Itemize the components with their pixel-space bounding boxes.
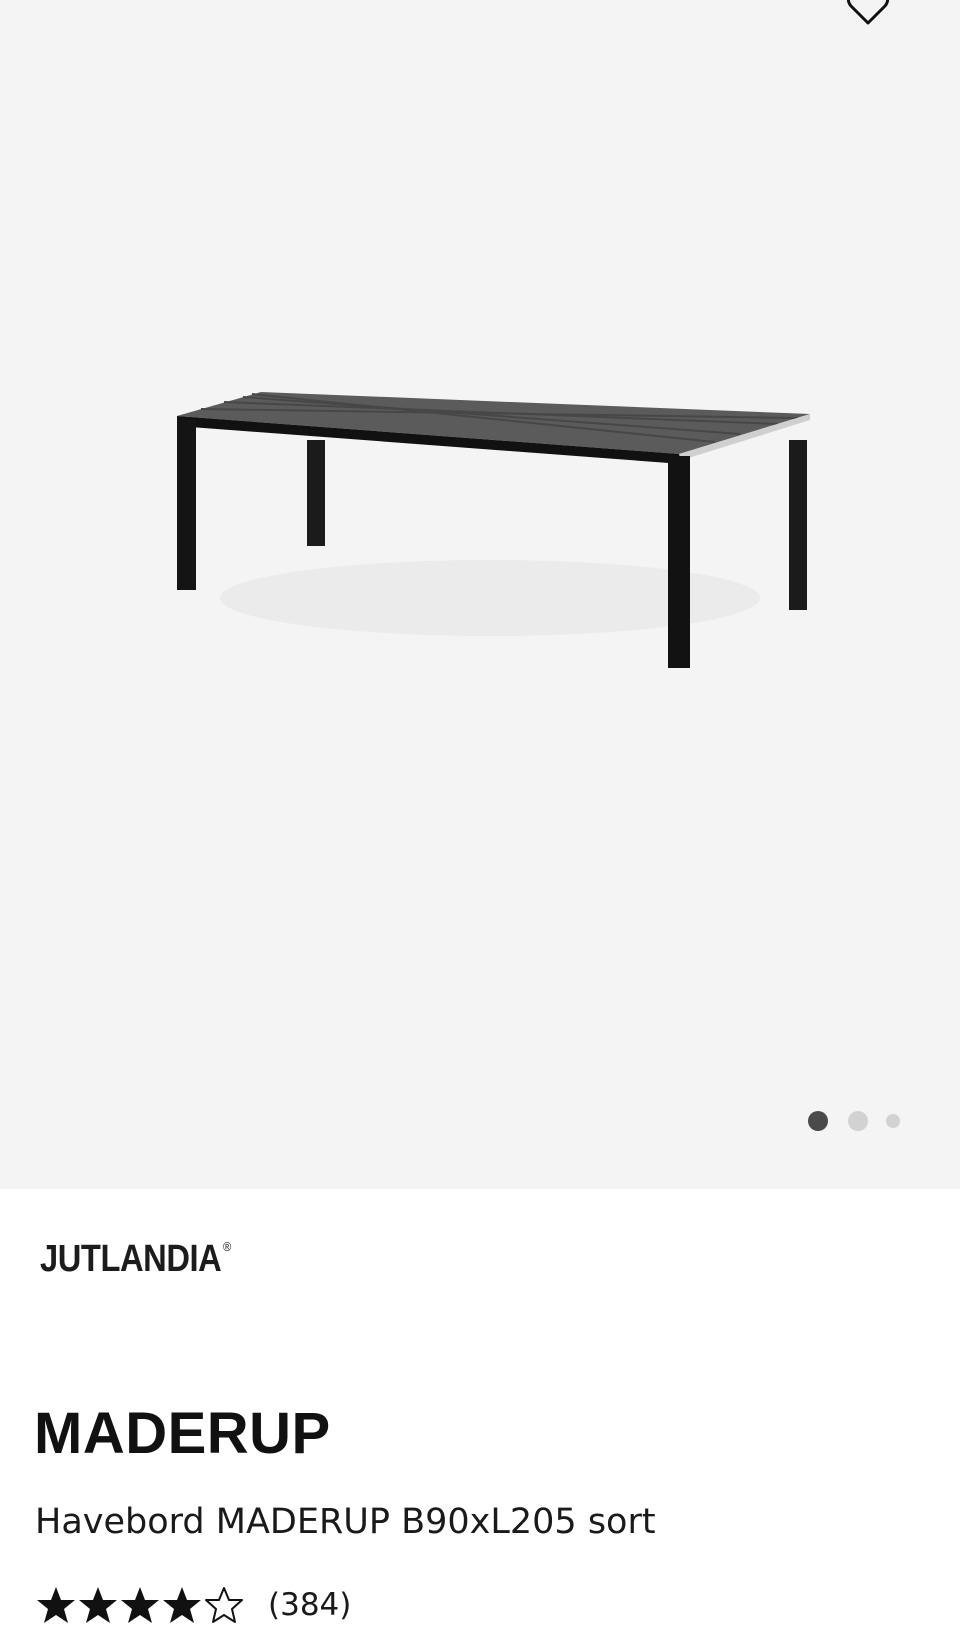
- table-leg-front-right: [668, 456, 690, 668]
- brand-name: JUTLANDIA: [40, 1238, 222, 1280]
- star-filled-icon: [79, 1587, 117, 1623]
- product-description: Havebord MADERUP B90xL205 sort: [35, 1502, 656, 1542]
- star-filled-icon: [121, 1587, 159, 1623]
- star-filled-icon: [37, 1587, 75, 1623]
- product-image-gallery[interactable]: [0, 0, 960, 1189]
- brand-logo[interactable]: JUTLANDIA ®: [40, 1238, 231, 1281]
- product-rating[interactable]: (384): [36, 1585, 351, 1625]
- review-count[interactable]: (384): [268, 1587, 351, 1623]
- registered-mark: ®: [223, 1239, 231, 1254]
- star-filled-icon: [163, 1587, 201, 1623]
- table-leg-back-right: [789, 440, 807, 610]
- carousel-dot-1[interactable]: [808, 1111, 828, 1131]
- product-title: MADERUP: [34, 1401, 331, 1466]
- product-photo: [177, 392, 810, 668]
- table-leg-front-left: [177, 420, 196, 590]
- heart-icon[interactable]: [846, 0, 890, 26]
- carousel-dot-3[interactable]: [886, 1114, 900, 1128]
- carousel-pagination: [800, 1110, 910, 1131]
- star-outline-icon: [205, 1587, 243, 1623]
- carousel-dot-2[interactable]: [848, 1111, 868, 1131]
- table-leg-back-left: [307, 440, 325, 546]
